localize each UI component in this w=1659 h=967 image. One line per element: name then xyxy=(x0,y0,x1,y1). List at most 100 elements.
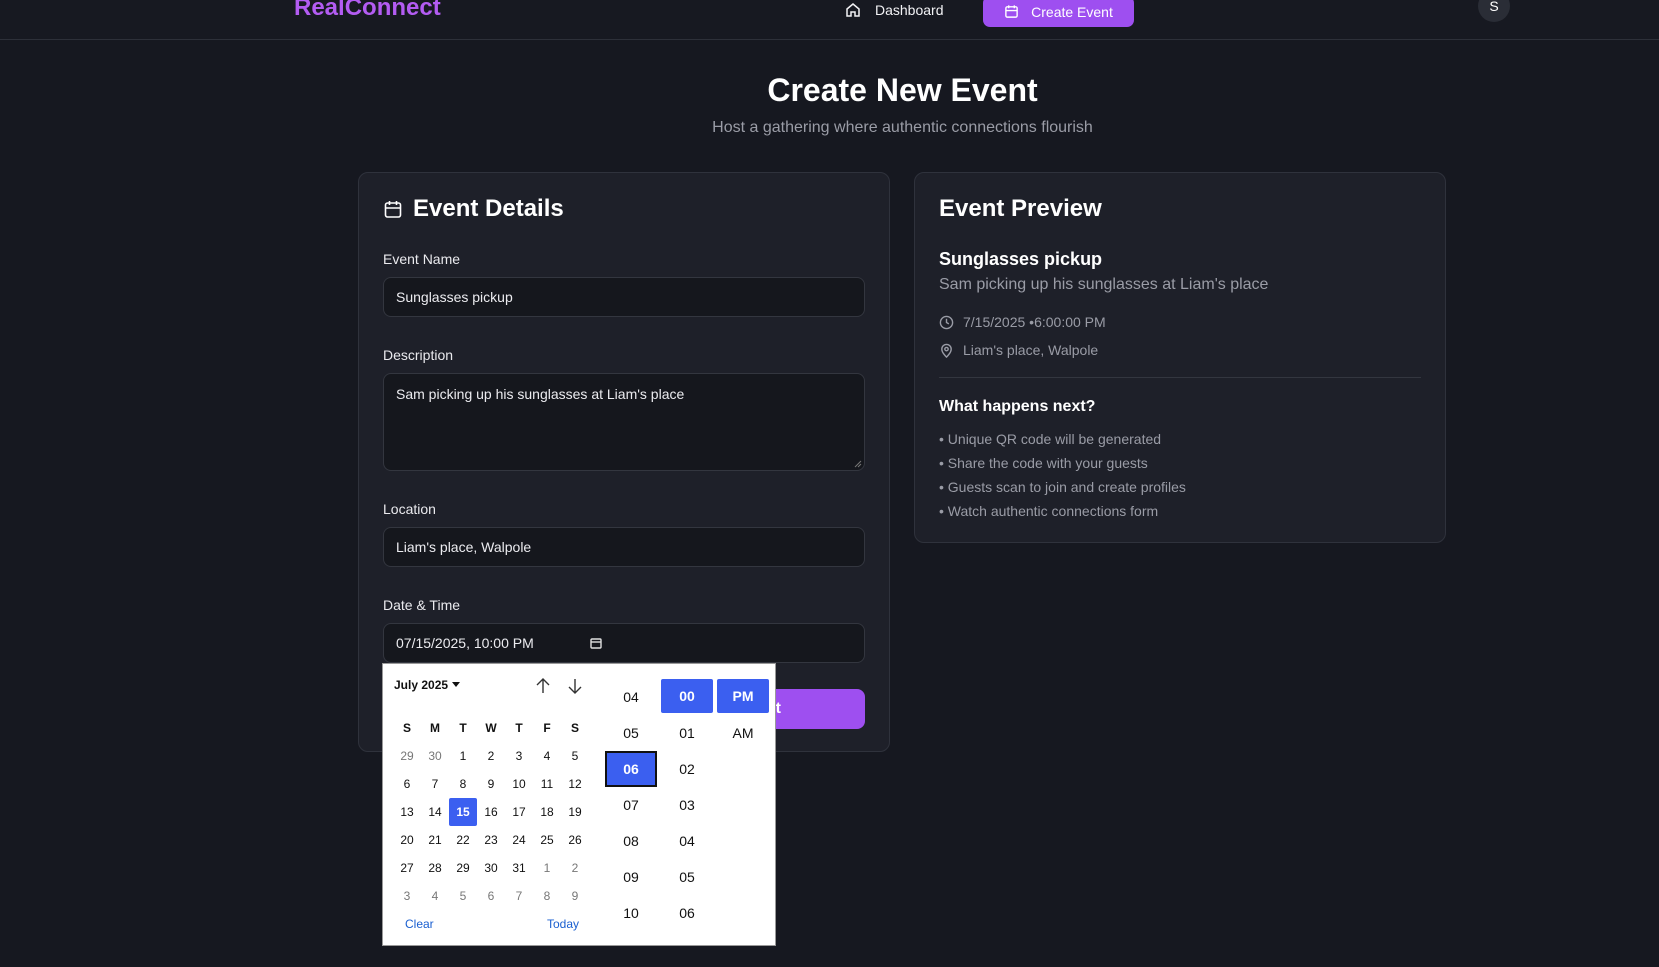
next-steps-list: • Unique QR code will be generated • Sha… xyxy=(939,427,1186,523)
calendar-day[interactable]: 22 xyxy=(449,826,477,854)
datetime-input[interactable]: 07/15/2025, 10:00 PM xyxy=(383,623,865,663)
calendar-day[interactable]: 26 xyxy=(561,826,589,854)
clear-button[interactable]: Clear xyxy=(405,917,434,931)
nav-create-event-button[interactable]: Create Event xyxy=(983,0,1134,27)
calendar-day[interactable]: 7 xyxy=(421,770,449,798)
event-name-input[interactable]: Sunglasses pickup xyxy=(383,277,865,317)
resize-handle-icon[interactable] xyxy=(854,460,862,468)
calendar-day[interactable]: 29 xyxy=(449,854,477,882)
user-avatar[interactable]: S xyxy=(1478,0,1510,22)
ampm-column: PM AM xyxy=(717,679,769,751)
calendar-icon xyxy=(1005,5,1018,18)
minute-option[interactable]: 03 xyxy=(661,787,713,823)
hour-option[interactable]: 07 xyxy=(605,787,657,823)
calendar-day[interactable]: 7 xyxy=(505,882,533,910)
hour-option[interactable]: 06 xyxy=(605,751,657,787)
calendar-day[interactable]: 30 xyxy=(477,854,505,882)
calendar-day[interactable]: 6 xyxy=(477,882,505,910)
calendar-day[interactable]: 9 xyxy=(477,770,505,798)
calendar-day[interactable]: 28 xyxy=(421,854,449,882)
calendar-day[interactable]: 18 xyxy=(533,798,561,826)
hour-option[interactable]: 05 xyxy=(605,715,657,751)
calendar-day[interactable]: 5 xyxy=(561,742,589,770)
map-pin-icon xyxy=(941,343,952,358)
page-subtitle: Host a gathering where authentic connect… xyxy=(712,119,1093,136)
calendar-day[interactable]: 14 xyxy=(421,798,449,826)
calendar-day[interactable]: 29 xyxy=(393,742,421,770)
preview-location: Liam's place, Walpole xyxy=(963,342,1099,358)
today-button[interactable]: Today xyxy=(547,917,579,931)
caret-down-icon xyxy=(452,682,461,687)
calendar-day[interactable]: 8 xyxy=(449,770,477,798)
home-icon xyxy=(846,3,860,17)
previous-month-arrow-icon[interactable] xyxy=(534,677,552,695)
calendar-day[interactable]: 20 xyxy=(393,826,421,854)
minute-column: 00 01 02 03 04 05 06 xyxy=(661,679,713,931)
minute-option[interactable]: 01 xyxy=(661,715,713,751)
calendar-day[interactable]: 25 xyxy=(533,826,561,854)
clock-icon xyxy=(939,315,954,329)
ampm-option[interactable]: PM xyxy=(717,679,769,713)
calendar-day[interactable]: 2 xyxy=(561,854,589,882)
brand-logo[interactable]: RealConnect xyxy=(294,0,441,22)
description-textarea[interactable]: Sam picking up his sunglasses at Liam's … xyxy=(383,373,865,471)
hour-option[interactable]: 08 xyxy=(605,823,657,859)
description-label: Description xyxy=(383,347,454,363)
calendar-day[interactable]: 4 xyxy=(421,882,449,910)
calendar-day[interactable]: 23 xyxy=(477,826,505,854)
calendar-day[interactable]: 12 xyxy=(561,770,589,798)
calendar-day[interactable]: 11 xyxy=(533,770,561,798)
ampm-option[interactable]: AM xyxy=(717,715,769,751)
calendar-day[interactable]: 8 xyxy=(533,882,561,910)
calendar-icon xyxy=(384,201,402,218)
weekday-header: W xyxy=(485,721,497,735)
minute-option[interactable]: 02 xyxy=(661,751,713,787)
calendar-day[interactable]: 13 xyxy=(393,798,421,826)
minute-option[interactable]: 00 xyxy=(661,679,713,713)
calendar-day[interactable]: 16 xyxy=(477,798,505,826)
calendar-picker-icon[interactable] xyxy=(590,637,602,649)
calendar-day[interactable]: 31 xyxy=(505,854,533,882)
minute-option[interactable]: 06 xyxy=(661,895,713,931)
weekday-header: M xyxy=(430,721,440,735)
nav-create-event-label: Create Event xyxy=(1031,3,1113,20)
calendar-day[interactable]: 4 xyxy=(533,742,561,770)
hour-option[interactable]: 10 xyxy=(605,895,657,931)
calendar-day[interactable]: 2 xyxy=(477,742,505,770)
hour-option[interactable]: 09 xyxy=(605,859,657,895)
calendar-day[interactable]: 19 xyxy=(561,798,589,826)
weekday-header: S xyxy=(402,721,411,735)
preview-datetime: 7/15/2025 •6:00:00 PM xyxy=(963,314,1106,330)
preview-location-row: Liam's place, Walpole xyxy=(939,342,1098,358)
calendar-day[interactable]: 27 xyxy=(393,854,421,882)
calendar-day[interactable]: 30 xyxy=(421,742,449,770)
datetime-value: 07/15/2025, 10:00 PM xyxy=(396,635,534,651)
calendar-day[interactable]: 3 xyxy=(505,742,533,770)
location-input[interactable]: Liam's place, Walpole xyxy=(383,527,865,567)
list-item: • Watch authentic connections form xyxy=(939,503,1159,519)
top-nav-bar: RealConnect Dashboard Create Event S xyxy=(0,0,1659,40)
calendar-day[interactable]: 5 xyxy=(449,882,477,910)
calendar-grid: S M T W T F S 29 30 1 2 3 4 5 6 7 8 9 10 11 12 13 14 15 16 17 18 19… xyxy=(393,714,589,910)
calendar-day[interactable]: 21 xyxy=(421,826,449,854)
calendar-day[interactable]: 3 xyxy=(393,882,421,910)
nav-dashboard-link[interactable]: Dashboard xyxy=(845,0,944,20)
next-month-arrow-icon[interactable] xyxy=(566,677,584,695)
month-year-select[interactable]: July 2025 xyxy=(394,678,461,692)
event-details-title: Event Details xyxy=(413,195,564,222)
list-item: • Unique QR code will be generated xyxy=(939,431,1162,447)
calendar-day[interactable]: 9 xyxy=(561,882,589,910)
description-value: Sam picking up his sunglasses at Liam's … xyxy=(396,386,685,402)
minute-option[interactable]: 04 xyxy=(661,823,713,859)
list-item: • Share the code with your guests xyxy=(939,455,1148,471)
calendar-day[interactable]: 15 xyxy=(449,798,477,826)
event-details-heading: Event Details xyxy=(383,195,564,223)
calendar-day[interactable]: 24 xyxy=(505,826,533,854)
calendar-day[interactable]: 10 xyxy=(505,770,533,798)
calendar-day[interactable]: 6 xyxy=(393,770,421,798)
calendar-day[interactable]: 1 xyxy=(449,742,477,770)
calendar-day[interactable]: 17 xyxy=(505,798,533,826)
hour-option[interactable]: 04 xyxy=(605,679,657,715)
minute-option[interactable]: 05 xyxy=(661,859,713,895)
calendar-day[interactable]: 1 xyxy=(533,854,561,882)
